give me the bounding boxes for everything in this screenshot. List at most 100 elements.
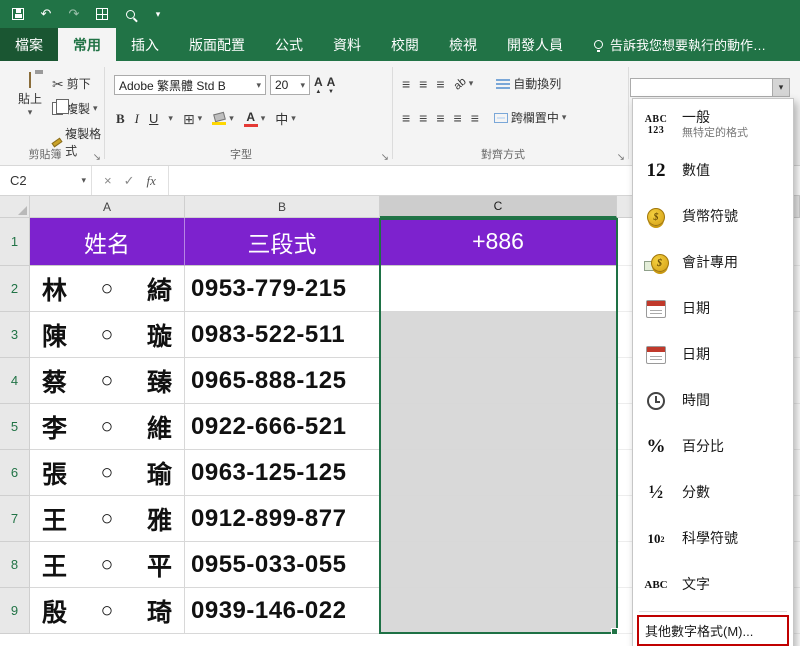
qat-customize-button[interactable]: ▾ <box>150 5 166 23</box>
name-cell[interactable]: 陳 ○ 璇 <box>30 312 185 358</box>
align-bottom-icon[interactable]: ≡ <box>436 77 444 91</box>
paste-button[interactable]: 貼上 ▾ <box>8 73 52 118</box>
borders-button[interactable]: ⊞ ▾ <box>183 112 202 126</box>
tab-view[interactable]: 檢視 <box>434 28 492 61</box>
name-cell[interactable]: 王 ○ 平 <box>30 542 185 588</box>
redo-button[interactable]: ↷ <box>66 5 82 23</box>
phonetic-button[interactable]: 中 ▾ <box>275 109 296 128</box>
menu-item-general[interactable]: ABC 123 一般 無特定的格式 <box>633 102 793 148</box>
tell-me-box[interactable]: 告訴我您想要執行的動作… <box>594 28 766 61</box>
increase-indent-icon[interactable]: ≡ <box>471 111 479 125</box>
row-header[interactable]: 6 <box>0 450 30 496</box>
font-color-button[interactable]: A ▾ <box>244 111 266 127</box>
orientation-button[interactable]: ab ▾ <box>454 78 474 90</box>
selected-cell[interactable] <box>380 404 617 450</box>
menu-item-more-formats[interactable]: 其他數字格式(M)... <box>637 615 789 646</box>
select-all-corner[interactable] <box>0 196 30 218</box>
row-header[interactable]: 3 <box>0 312 30 358</box>
align-center-icon[interactable]: ≡ <box>419 111 427 125</box>
menu-item-fraction[interactable]: ½ 分數 <box>633 470 793 516</box>
selected-cell[interactable] <box>380 358 617 404</box>
tab-page-layout[interactable]: 版面配置 <box>174 28 260 61</box>
phone-cell[interactable]: 0939-146-022 <box>185 588 380 634</box>
row-header[interactable]: 5 <box>0 404 30 450</box>
name-cell[interactable]: 王 ○ 雅 <box>30 496 185 542</box>
number-format-dropdown-button[interactable]: ▾ <box>772 79 789 96</box>
alignment-dialog-launcher[interactable]: ↘ <box>617 152 625 163</box>
name-cell[interactable]: 張 ○ 瑜 <box>30 450 185 496</box>
enter-button[interactable]: ✓ <box>124 173 135 189</box>
selected-cell[interactable] <box>380 450 617 496</box>
number-format-combo[interactable]: ▾ <box>630 78 790 97</box>
name-cell[interactable]: 林 ○ 綺 <box>30 266 185 312</box>
cancel-button[interactable]: × <box>104 173 112 188</box>
insert-function-button[interactable]: fx <box>147 173 156 189</box>
selected-cell[interactable] <box>380 312 617 358</box>
phone-cell[interactable]: 0912-899-877 <box>185 496 380 542</box>
row-header[interactable]: 7 <box>0 496 30 542</box>
fill-color-button[interactable]: ▾ <box>212 113 234 125</box>
font-dialog-launcher[interactable]: ↘ <box>381 152 389 163</box>
name-cell[interactable]: 殷 ○ 琦 <box>30 588 185 634</box>
copy-button[interactable]: 複製 ▾ <box>52 100 104 117</box>
menu-item-accounting[interactable]: $ 會計專用 <box>633 240 793 286</box>
tab-insert[interactable]: 插入 <box>116 28 174 61</box>
clipboard-dialog-launcher[interactable]: ↘ <box>93 152 101 163</box>
menu-item-short-date[interactable]: 日期 <box>633 286 793 332</box>
font-name-combo[interactable]: Adobe 繁黑體 Std B ▾ <box>114 75 266 95</box>
align-top-icon[interactable]: ≡ <box>402 77 410 91</box>
save-button[interactable] <box>10 5 26 23</box>
underline-button[interactable]: U <box>149 111 158 126</box>
selected-cell[interactable] <box>380 542 617 588</box>
font-size-combo[interactable]: 20 ▾ <box>270 75 310 95</box>
tab-file[interactable]: 檔案 <box>0 28 58 61</box>
phone-cell[interactable]: 0922-666-521 <box>185 404 380 450</box>
phone-cell[interactable]: 0963-125-125 <box>185 450 380 496</box>
column-header-b[interactable]: B <box>185 196 380 218</box>
decrease-indent-icon[interactable]: ≡ <box>454 111 462 125</box>
touch-mode-button[interactable] <box>94 5 110 23</box>
phone-cell[interactable]: 0953-779-215 <box>185 266 380 312</box>
wrap-text-button[interactable]: 自動換列 <box>496 75 561 92</box>
menu-item-currency[interactable]: $ 貨幣符號 <box>633 194 793 240</box>
cell-a1[interactable]: 姓名 <box>30 218 185 266</box>
phone-cell[interactable]: 0983-522-511 <box>185 312 380 358</box>
tab-formulas[interactable]: 公式 <box>260 28 318 61</box>
tab-developer[interactable]: 開發人員 <box>492 28 578 61</box>
align-right-icon[interactable]: ≡ <box>436 111 444 125</box>
cell-c1[interactable]: +886 <box>380 218 617 266</box>
italic-button[interactable]: I <box>135 111 139 127</box>
name-cell[interactable]: 李 ○ 維 <box>30 404 185 450</box>
menu-item-number[interactable]: 12 數值 <box>633 148 793 194</box>
align-left-icon[interactable]: ≡ <box>402 111 410 125</box>
tab-review[interactable]: 校閱 <box>376 28 434 61</box>
menu-item-text[interactable]: ABC 文字 <box>633 562 793 608</box>
cut-button[interactable]: ✂ 剪下 <box>52 75 104 92</box>
menu-item-long-date[interactable]: 日期 <box>633 332 793 378</box>
undo-button[interactable]: ↶ <box>38 5 54 23</box>
phone-cell[interactable]: 0955-033-055 <box>185 542 380 588</box>
merge-center-button[interactable]: 跨欄置中 ▾ <box>494 109 567 126</box>
row-header[interactable]: 2 <box>0 266 30 312</box>
row-header[interactable]: 8 <box>0 542 30 588</box>
selected-cell[interactable] <box>380 496 617 542</box>
selected-cell[interactable] <box>380 588 617 634</box>
column-header-a[interactable]: A <box>30 196 185 218</box>
grow-font-button[interactable]: A▲ <box>314 76 323 95</box>
row-header[interactable]: 9 <box>0 588 30 634</box>
shrink-font-button[interactable]: A▼ <box>327 76 336 95</box>
menu-item-time[interactable]: 時間 <box>633 378 793 424</box>
tab-home[interactable]: 常用 <box>58 28 116 61</box>
find-button[interactable] <box>122 5 138 23</box>
name-box[interactable]: C2 ▾ <box>0 166 92 195</box>
row-header[interactable]: 1 <box>0 218 30 266</box>
align-middle-icon[interactable]: ≡ <box>419 77 427 91</box>
active-cell-c2[interactable] <box>380 266 617 312</box>
bold-button[interactable]: B <box>116 111 125 127</box>
name-cell[interactable]: 蔡 ○ 臻 <box>30 358 185 404</box>
cell-b1[interactable]: 三段式 <box>185 218 380 266</box>
menu-item-percentage[interactable]: % 百分比 <box>633 424 793 470</box>
tab-data[interactable]: 資料 <box>318 28 376 61</box>
phone-cell[interactable]: 0965-888-125 <box>185 358 380 404</box>
menu-item-scientific[interactable]: 102 科學符號 <box>633 516 793 562</box>
